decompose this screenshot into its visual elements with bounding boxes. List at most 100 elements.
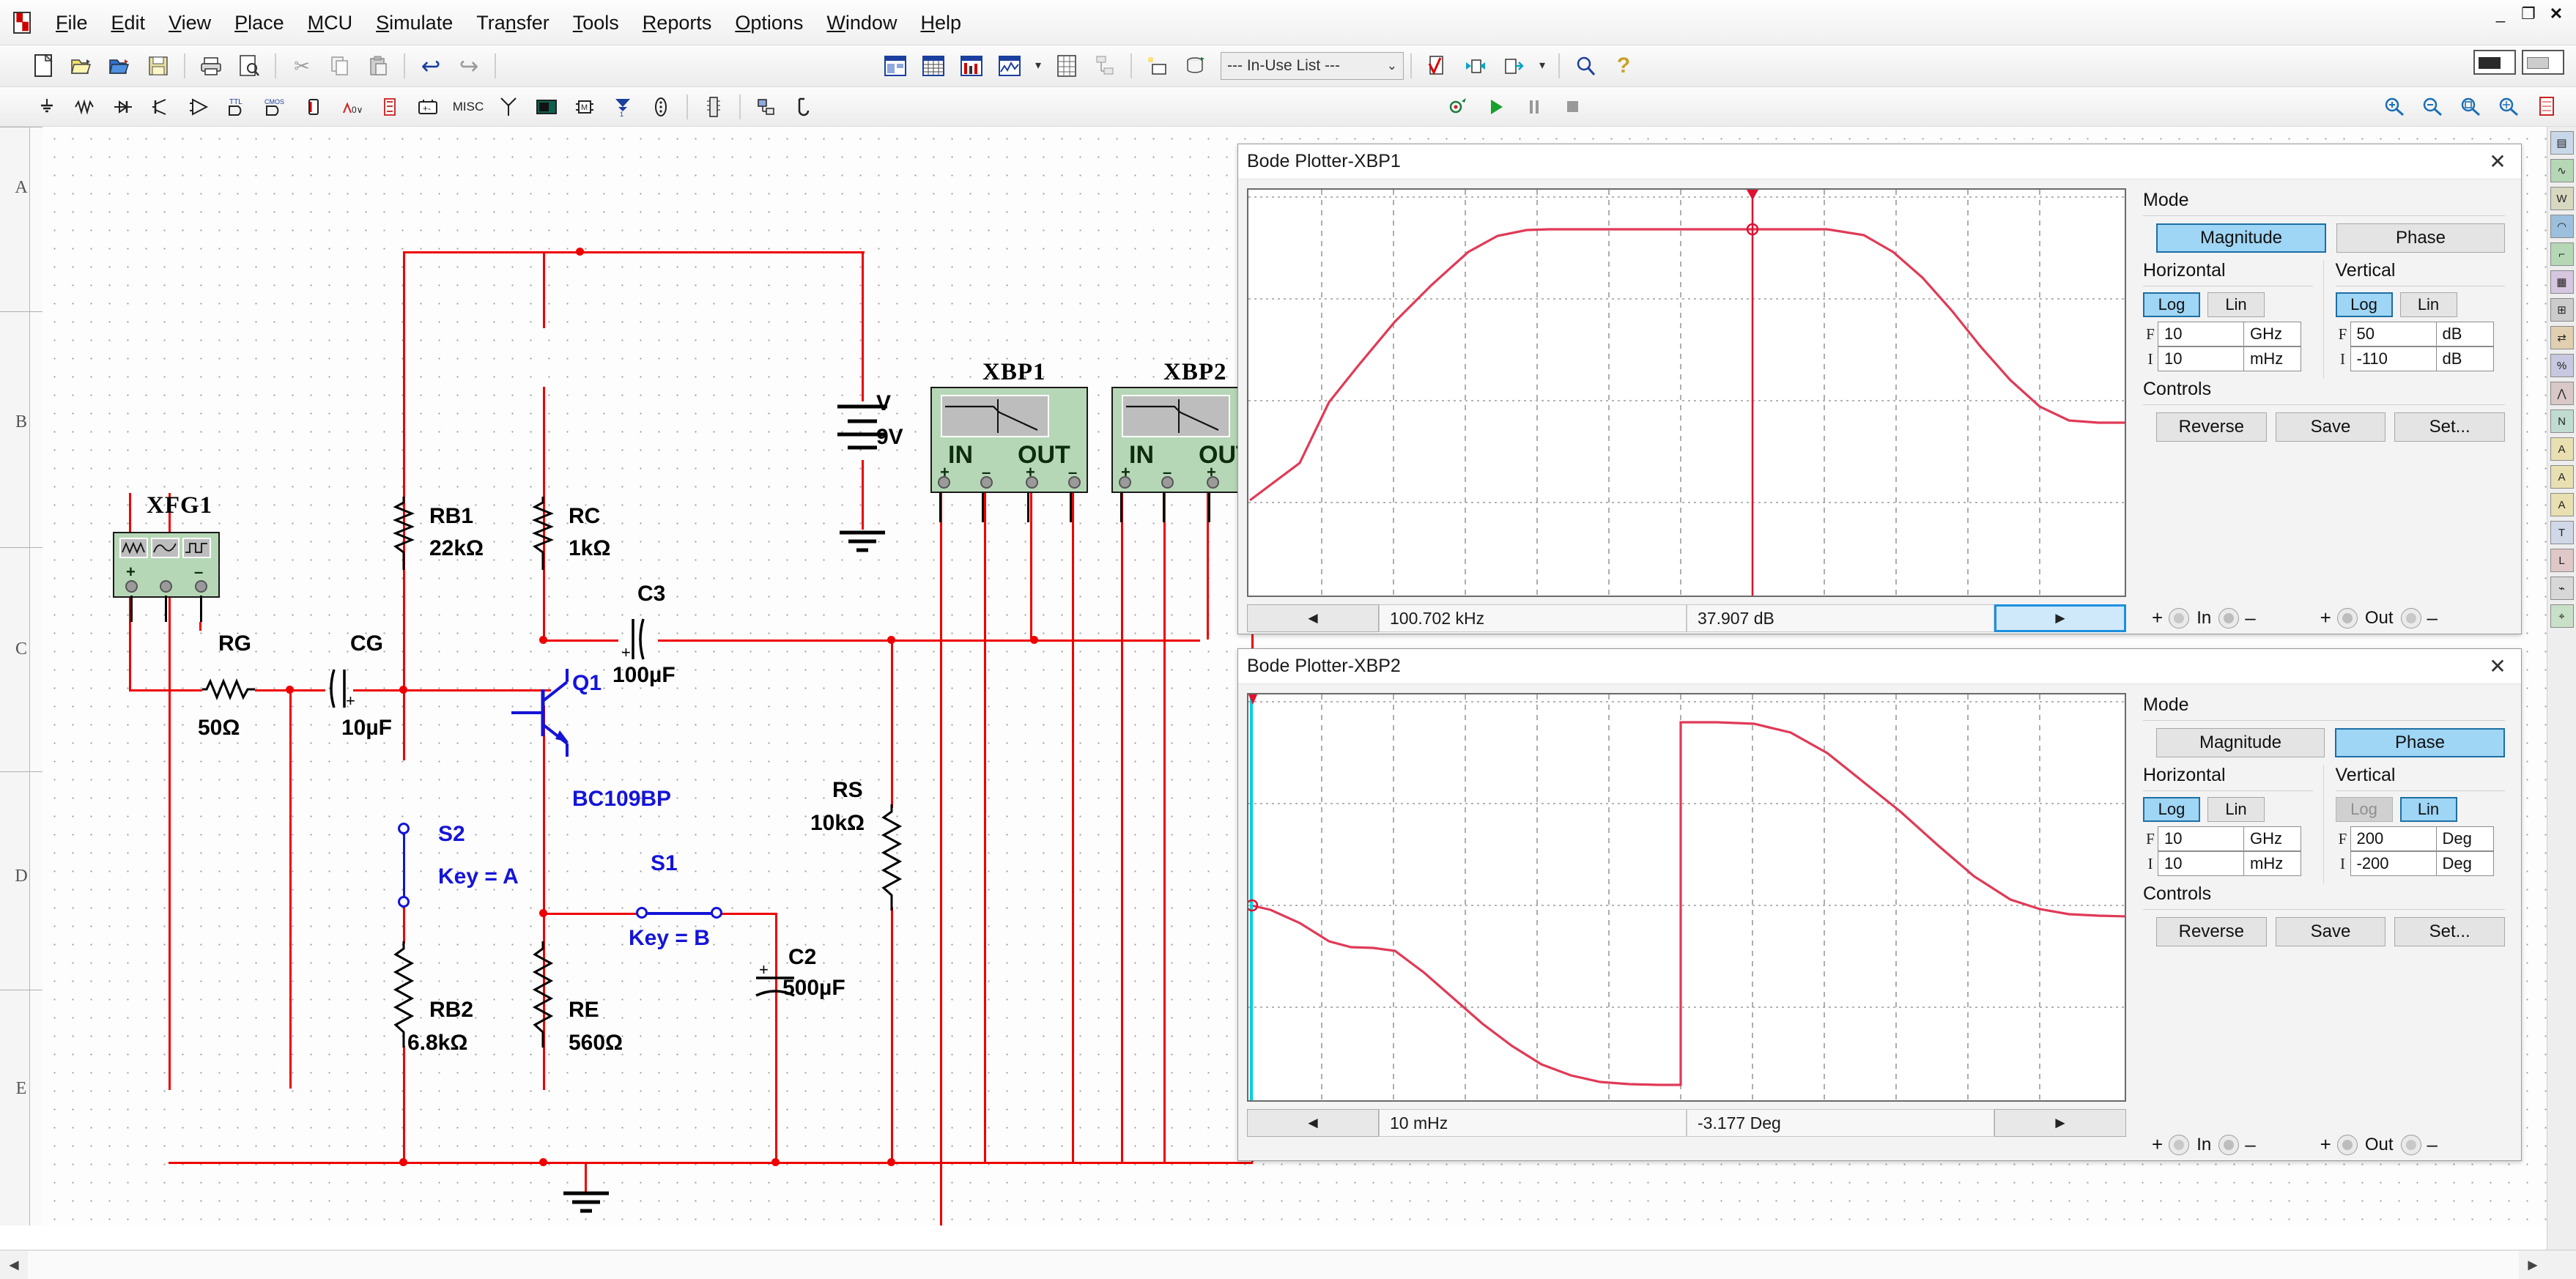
electrical-rules-check-icon[interactable] bbox=[1421, 51, 1454, 81]
open-design-icon[interactable] bbox=[103, 51, 137, 81]
close-icon[interactable]: ✕ bbox=[2483, 654, 2512, 678]
transistor-icon[interactable] bbox=[144, 92, 178, 122]
xbp1-pin-out-minus[interactable] bbox=[1068, 476, 1081, 489]
measurement-probe-palette-icon[interactable]: ⌖ bbox=[2550, 604, 2574, 628]
v-battery-symbol[interactable] bbox=[829, 399, 896, 461]
agilent-function-gen-palette-icon[interactable]: A bbox=[2550, 437, 2574, 461]
xbp1-vertical-final-value[interactable]: 50 bbox=[2350, 322, 2437, 346]
misc-icon[interactable]: MISC bbox=[449, 92, 487, 122]
in-use-list-dropdown[interactable]: --- In-Use List --- ⌄ bbox=[1221, 52, 1404, 80]
bus-icon[interactable] bbox=[644, 92, 678, 122]
xbp2-vertical-initial-value[interactable]: -200 bbox=[2350, 851, 2437, 876]
xbp2-horizontal-final-value[interactable]: 10 bbox=[2158, 826, 2244, 851]
hierarchical-block-icon[interactable]: 1 bbox=[606, 92, 640, 122]
xbp1-horizontal-final-unit[interactable]: GHz bbox=[2244, 322, 2301, 346]
xbp1-phase-button[interactable]: Phase bbox=[2336, 223, 2505, 253]
menu-tools[interactable]: Tools bbox=[561, 9, 631, 37]
rb1-resistor[interactable] bbox=[393, 497, 415, 570]
menu-file[interactable]: FFileile bbox=[44, 9, 100, 37]
c3-capacitor[interactable]: + bbox=[618, 615, 661, 664]
minimize-button[interactable]: _ bbox=[2488, 4, 2513, 25]
xbp2-vertical-lin-button[interactable]: Lin bbox=[2400, 797, 2457, 822]
xbp2-horizontal-log-button[interactable]: Log bbox=[2143, 797, 2200, 822]
xbp2-horizontal-lin-button[interactable]: Lin bbox=[2207, 797, 2265, 822]
xbp1-reverse-button[interactable]: Reverse bbox=[2156, 412, 2267, 442]
menu-place[interactable]: Place bbox=[223, 9, 296, 37]
grapher-icon[interactable] bbox=[917, 51, 950, 81]
zoom-area-icon[interactable] bbox=[2454, 91, 2487, 122]
cg-capacitor[interactable]: + bbox=[325, 665, 356, 712]
xbp1-horizontal-initial-unit[interactable]: mHz bbox=[2244, 346, 2301, 371]
menu-transfer[interactable]: Transfer bbox=[465, 9, 561, 37]
forward-annotate-icon[interactable] bbox=[1497, 51, 1531, 81]
database-manager-icon[interactable] bbox=[1179, 51, 1213, 81]
xbp2-vertical-initial-unit[interactable]: Deg bbox=[2437, 851, 2494, 876]
horizontal-scrollbar[interactable]: ◄ ► bbox=[0, 1250, 2576, 1279]
analysis-dropdown-icon[interactable]: ▾ bbox=[1031, 51, 1045, 81]
rb2-resistor[interactable] bbox=[393, 941, 415, 1048]
menu-edit[interactable]: Edit bbox=[100, 9, 158, 37]
menu-simulate[interactable]: Simulate bbox=[364, 9, 465, 37]
zoom-sheet-icon[interactable] bbox=[2530, 91, 2564, 122]
rg-resistor[interactable] bbox=[202, 678, 255, 701]
oscilloscope-palette-icon[interactable]: ◠ bbox=[2550, 215, 2574, 238]
rf-icon[interactable] bbox=[492, 92, 525, 122]
xbp2-pin-in-plus[interactable] bbox=[1119, 476, 1131, 489]
xbp1-save-button[interactable]: Save bbox=[2276, 412, 2386, 442]
close-icon[interactable]: ✕ bbox=[2483, 149, 2512, 174]
bode-plotter-xbp1-window[interactable]: Bode Plotter-XBP1 ✕ bbox=[1237, 144, 2522, 634]
scroll-left-arrow[interactable]: ◄ bbox=[0, 1251, 28, 1279]
restore-button[interactable]: ❐ bbox=[2516, 4, 2541, 25]
xbp2-vertical-final-unit[interactable]: Deg bbox=[2437, 826, 2494, 851]
xbp1-magnitude-button[interactable]: Magnitude bbox=[2156, 223, 2326, 253]
xbp2-in-plus-radio[interactable] bbox=[2169, 1135, 2189, 1155]
xbp1-pin-in-plus[interactable] bbox=[938, 476, 950, 489]
save-icon[interactable] bbox=[141, 51, 175, 81]
xbp2-save-button[interactable]: Save bbox=[2276, 917, 2386, 946]
xbp2-in-minus-radio[interactable] bbox=[2218, 1135, 2239, 1155]
print-icon[interactable] bbox=[194, 51, 228, 81]
word-generator-palette-icon[interactable]: ▦ bbox=[2550, 270, 2574, 294]
cmos-icon[interactable]: CMOS bbox=[259, 92, 292, 122]
connector-icon[interactable] bbox=[750, 92, 783, 122]
xbp1-pin-in-minus[interactable] bbox=[980, 476, 993, 489]
xbp1-vertical-lin-button[interactable]: Lin bbox=[2400, 292, 2457, 317]
xbp2-cursor-handle[interactable] bbox=[1248, 694, 1257, 705]
network-analyzer-palette-icon[interactable]: N bbox=[2550, 409, 2574, 433]
basic-icon[interactable] bbox=[68, 92, 102, 122]
s2-terminal-top[interactable] bbox=[398, 823, 410, 834]
c2-capacitor[interactable]: + bbox=[752, 962, 800, 1010]
distortion-analyzer-palette-icon[interactable]: % bbox=[2550, 354, 2574, 377]
xbp1-horizontal-initial-value[interactable]: 10 bbox=[2158, 346, 2244, 371]
source-icon[interactable] bbox=[30, 92, 64, 122]
xbp2-out-plus-radio[interactable] bbox=[2337, 1135, 2358, 1155]
xbp2-cursor-right-button[interactable]: ► bbox=[1994, 1109, 2126, 1137]
indicator-icon[interactable] bbox=[373, 92, 407, 122]
xbp1-vertical-initial-value[interactable]: -110 bbox=[2350, 346, 2437, 371]
instrument-icon[interactable] bbox=[788, 92, 821, 122]
xbp1-out-plus-radio[interactable] bbox=[2337, 608, 2358, 629]
xbp2-set-button[interactable]: Set... bbox=[2394, 917, 2505, 946]
bode-plotter-xbp2-window[interactable]: Bode Plotter-XBP2 ✕ bbox=[1237, 648, 2522, 1161]
ttl-icon[interactable]: TTL bbox=[221, 92, 254, 122]
xbp2-reverse-button[interactable]: Reverse bbox=[2156, 917, 2267, 946]
xbp1-horizontal-final-value[interactable]: 10 bbox=[2158, 322, 2244, 346]
xbp1-vertical-log-button[interactable]: Log bbox=[2336, 292, 2393, 317]
new-icon[interactable] bbox=[27, 51, 61, 81]
zoom-in-icon[interactable] bbox=[2377, 91, 2411, 122]
xbp2-phase-button[interactable]: Phase bbox=[2335, 728, 2505, 757]
agilent-multimeter-palette-icon[interactable]: A bbox=[2550, 465, 2574, 489]
zoom-out-icon[interactable] bbox=[2416, 91, 2449, 122]
current-probe-palette-icon[interactable]: ⌁ bbox=[2550, 577, 2574, 600]
xbp1-in-plus-radio[interactable] bbox=[2169, 608, 2189, 629]
hscroll-track[interactable] bbox=[28, 1251, 2519, 1279]
tektronix-oscilloscope-palette-icon[interactable]: T bbox=[2550, 521, 2574, 544]
rc-resistor[interactable] bbox=[532, 497, 554, 570]
menu-window[interactable]: Window bbox=[815, 9, 908, 37]
xbp1-vertical-final-unit[interactable]: dB bbox=[2437, 322, 2494, 346]
re-resistor[interactable] bbox=[532, 941, 554, 1048]
xbp2-title-bar[interactable]: Bode Plotter-XBP2 ✕ bbox=[1238, 649, 2521, 684]
logic-converter-palette-icon[interactable]: ⇄ bbox=[2550, 326, 2574, 349]
s1-terminal-left[interactable] bbox=[636, 907, 648, 919]
xbp2-out-minus-radio[interactable] bbox=[2401, 1135, 2421, 1155]
